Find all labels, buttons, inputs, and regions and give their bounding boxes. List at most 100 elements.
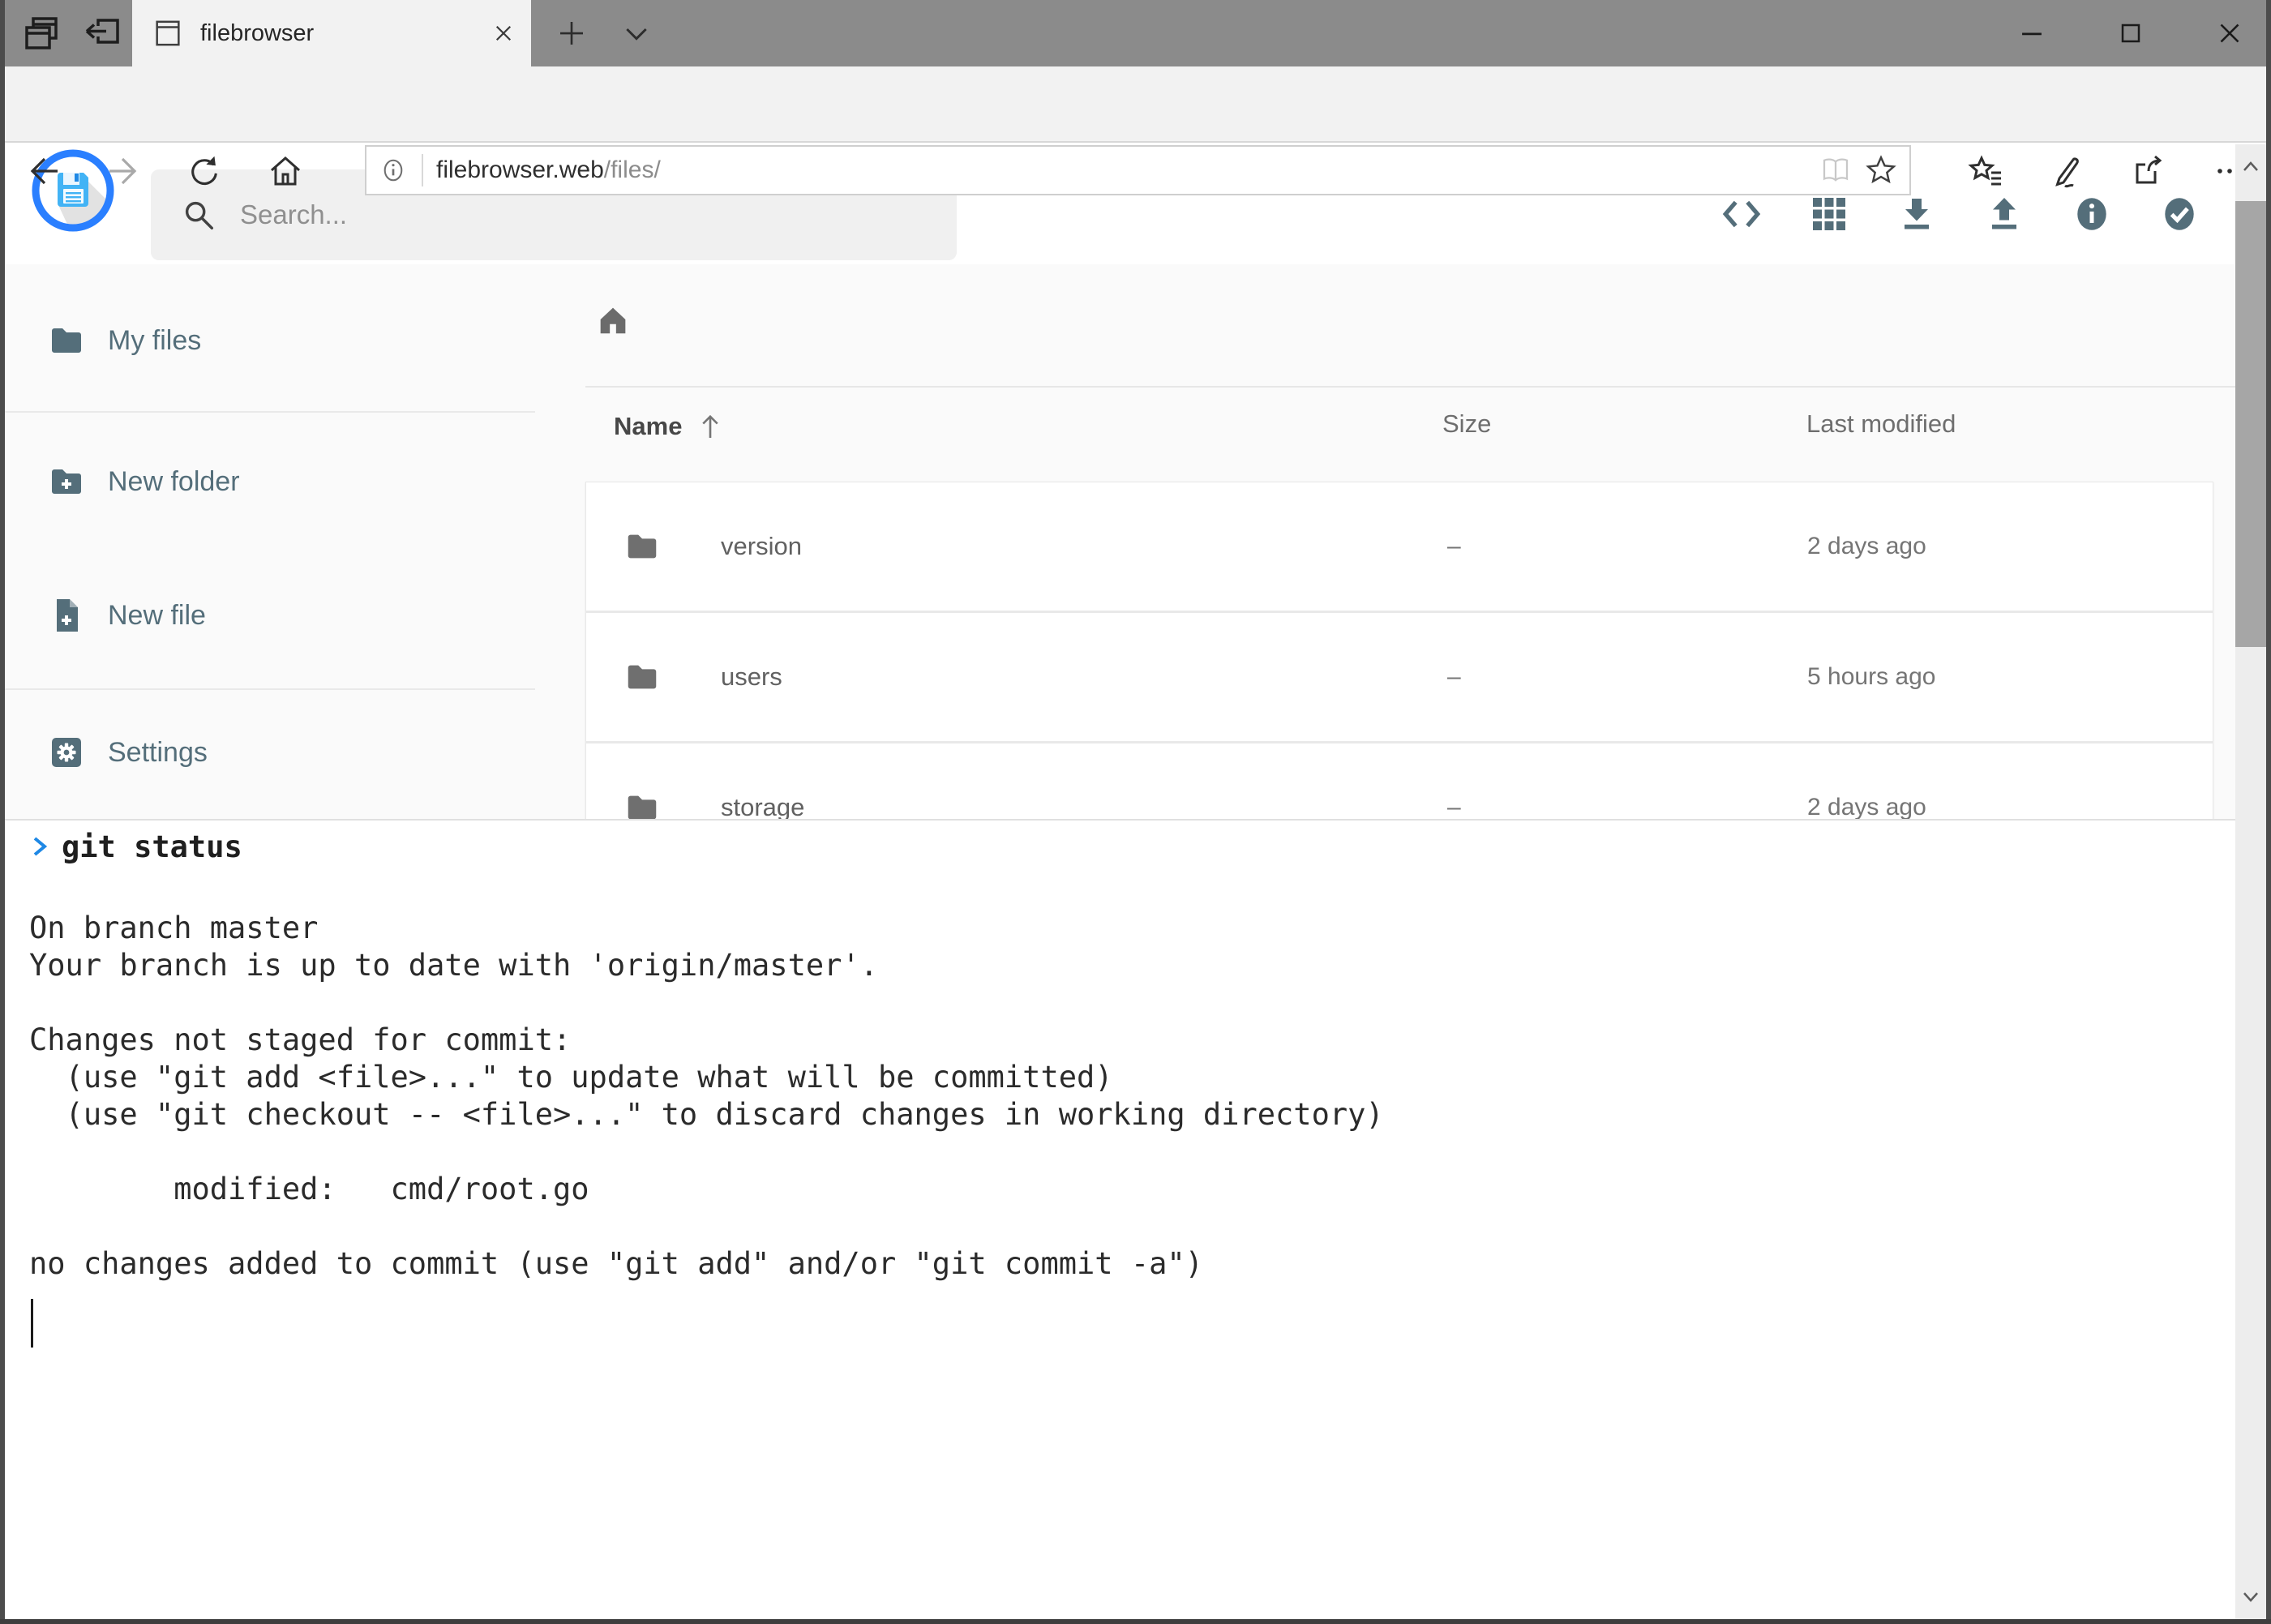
address-bar[interactable]: filebrowser.web/files/ [365,145,1911,195]
sort-ascending-icon [693,409,727,443]
minimize-button[interactable] [1995,10,2068,57]
terminal-output-line [29,1133,2235,1171]
folder-icon [623,528,661,569]
sidebar: My files New folder New file [5,264,535,824]
hub-button[interactable] [1965,150,2007,192]
search-input[interactable] [238,199,890,231]
terminal-panel[interactable]: git status On branch master Your branch … [5,819,2235,1619]
grid-view-icon [1810,195,1849,234]
url-path: /files/ [604,156,661,184]
file-modified: 5 hours ago [1807,613,1935,741]
terminal-output-line [29,872,2235,910]
sidebar-item-new-file[interactable]: New file [5,567,535,664]
page-favicon-icon [152,17,184,49]
column-header-name[interactable]: Name [614,409,727,443]
home-icon [266,152,305,191]
share-icon [2127,152,2166,191]
terminal-cursor [31,1299,33,1348]
file-size: – [1447,613,1461,741]
active-tab[interactable]: filebrowser [132,0,531,66]
scrollbar-up-button[interactable] [2235,151,2266,183]
tab-list-dropdown-button[interactable] [613,10,660,57]
shell-toggle-button[interactable] [1720,192,1763,236]
sidebar-item-label: Settings [108,737,208,769]
site-info-icon[interactable] [378,155,409,186]
column-header-size[interactable]: Size [1442,409,1491,439]
info-icon [2072,194,2112,234]
window-border [0,1619,2271,1624]
terminal-output-line: (use "git checkout -- <file>..." to disc… [29,1096,2235,1133]
chevron-up-icon [2239,156,2262,178]
scrollbar-down-button[interactable] [2235,1580,2266,1613]
window-border [0,0,5,1624]
refresh-button[interactable] [183,150,225,192]
refresh-icon [186,152,223,190]
set-tabs-aside-icon [82,14,121,53]
shell-toggle-icon [1721,194,1762,234]
set-tabs-aside-button[interactable] [78,10,125,57]
share-button[interactable] [2126,150,2168,192]
sidebar-divider [5,688,535,690]
page-scrollbar[interactable] [2235,144,2266,1619]
terminal-output-line: Changes not staged for commit: [29,1022,2235,1059]
browser-toolbar: filebrowser.web/files/ [0,66,2271,143]
address-divider [422,154,423,186]
download-icon [1897,195,1936,234]
browser-tab-bar: filebrowser [0,0,2271,66]
forward-button[interactable] [104,150,146,192]
tab-previews-button[interactable] [18,10,65,57]
info-button[interactable] [2070,192,2114,236]
plus-icon [555,16,589,50]
select-multiple-button[interactable] [2157,192,2201,236]
close-window-button[interactable] [2193,10,2266,57]
chevron-down-icon [620,17,653,49]
breadcrumb-home-icon[interactable] [594,302,632,339]
window-border [2266,0,2271,1624]
minimize-icon [2014,15,2050,51]
create-folder-icon [47,462,86,501]
hub-favorites-icon [1967,152,2006,191]
sidebar-item-settings[interactable]: Settings [5,704,535,801]
grid-view-button[interactable] [1807,192,1851,236]
terminal-output-line: no changes added to commit (use "git add… [29,1245,2235,1283]
upload-button[interactable] [1982,192,2026,236]
web-note-button[interactable] [2046,150,2088,192]
column-name-label: Name [614,412,682,441]
column-header-modified[interactable]: Last modified [1806,409,1956,439]
scrollbar-thumb[interactable] [2235,201,2266,647]
tab-close-icon[interactable] [489,19,518,48]
chevron-down-icon [2239,1585,2262,1608]
reading-view-icon [1819,153,1853,187]
back-button[interactable] [21,150,63,192]
file-row-version[interactable]: version – 2 days ago [586,482,2213,613]
new-tab-button[interactable] [548,10,595,57]
file-row-users[interactable]: users – 5 hours ago [586,613,2213,743]
file-size: – [1447,482,1461,611]
maximize-button[interactable] [2094,10,2167,57]
sidebar-divider [5,411,535,413]
create-file-icon [47,596,86,635]
terminal-output-line: On branch master [29,910,2235,947]
back-icon [23,152,62,191]
tab-title: filebrowser [200,20,489,47]
terminal-output-line: Your branch is up to date with 'origin/m… [29,947,2235,984]
sidebar-item-my-files[interactable]: My files [5,292,535,389]
web-note-pen-icon [2047,152,2086,191]
folder-icon [623,658,661,700]
close-icon [2213,16,2247,50]
browser-window: filebrowser [0,0,2271,1624]
settings-icon [47,733,86,772]
download-button[interactable] [1895,192,1939,236]
terminal-prompt-line: git status [5,821,2235,872]
file-modified: 2 days ago [1807,482,1926,611]
select-check-icon [2159,194,2200,234]
favorite-star-icon[interactable] [1864,153,1898,187]
tab-previews-icon [22,14,61,53]
maximize-icon [2115,17,2147,49]
sidebar-item-new-folder[interactable]: New folder [5,433,535,530]
folder-icon [47,321,86,360]
terminal-output-line: (use "git add <file>..." to update what … [29,1059,2235,1096]
home-button[interactable] [264,150,306,192]
terminal-command: git status [62,829,242,864]
breadcrumb-divider [585,386,2235,388]
